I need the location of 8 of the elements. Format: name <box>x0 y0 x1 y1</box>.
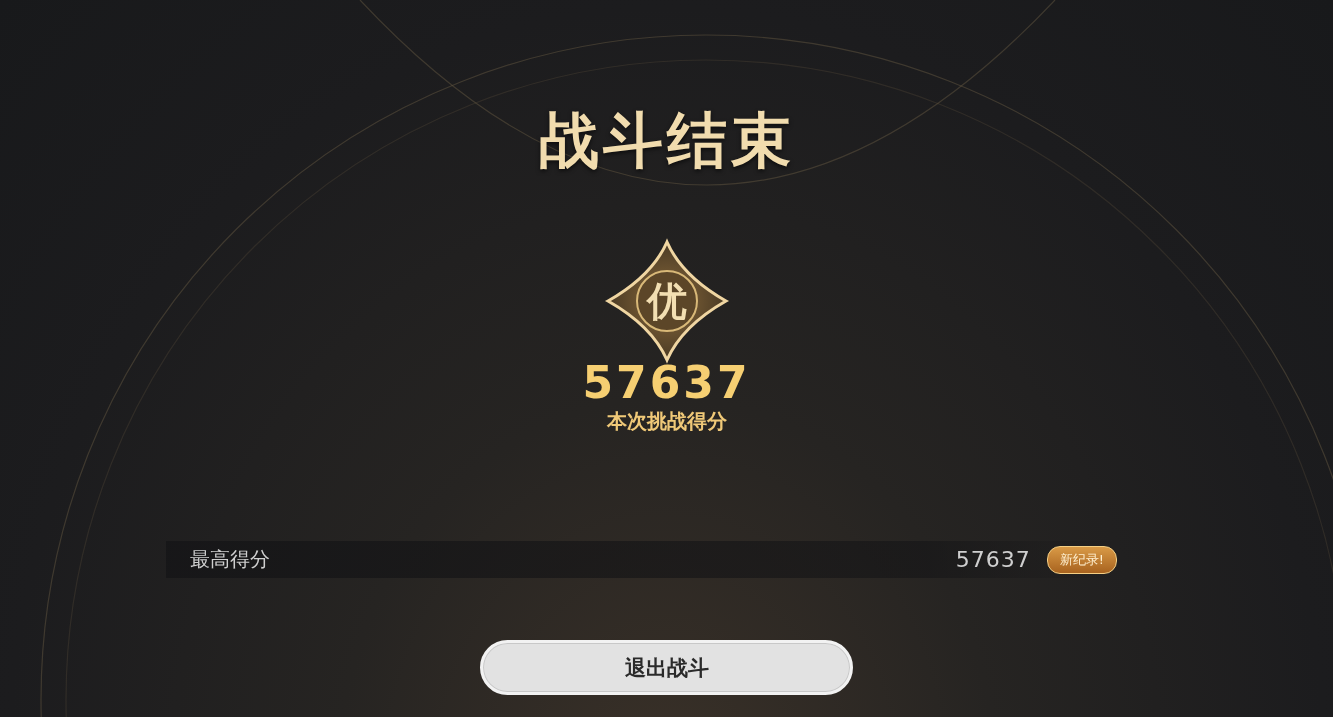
grade-text: 优 <box>646 277 687 325</box>
exit-battle-button[interactable]: 退出战斗 <box>480 640 853 695</box>
page-title: 战斗结束 <box>538 104 795 176</box>
best-score-label: 最高得分 <box>190 546 271 573</box>
best-score-value: 57637 <box>955 547 1031 572</box>
new-record-badge: 新纪录! <box>1046 545 1117 574</box>
score-value: 57637 <box>582 358 751 408</box>
score-label: 本次挑战得分 <box>606 408 727 434</box>
